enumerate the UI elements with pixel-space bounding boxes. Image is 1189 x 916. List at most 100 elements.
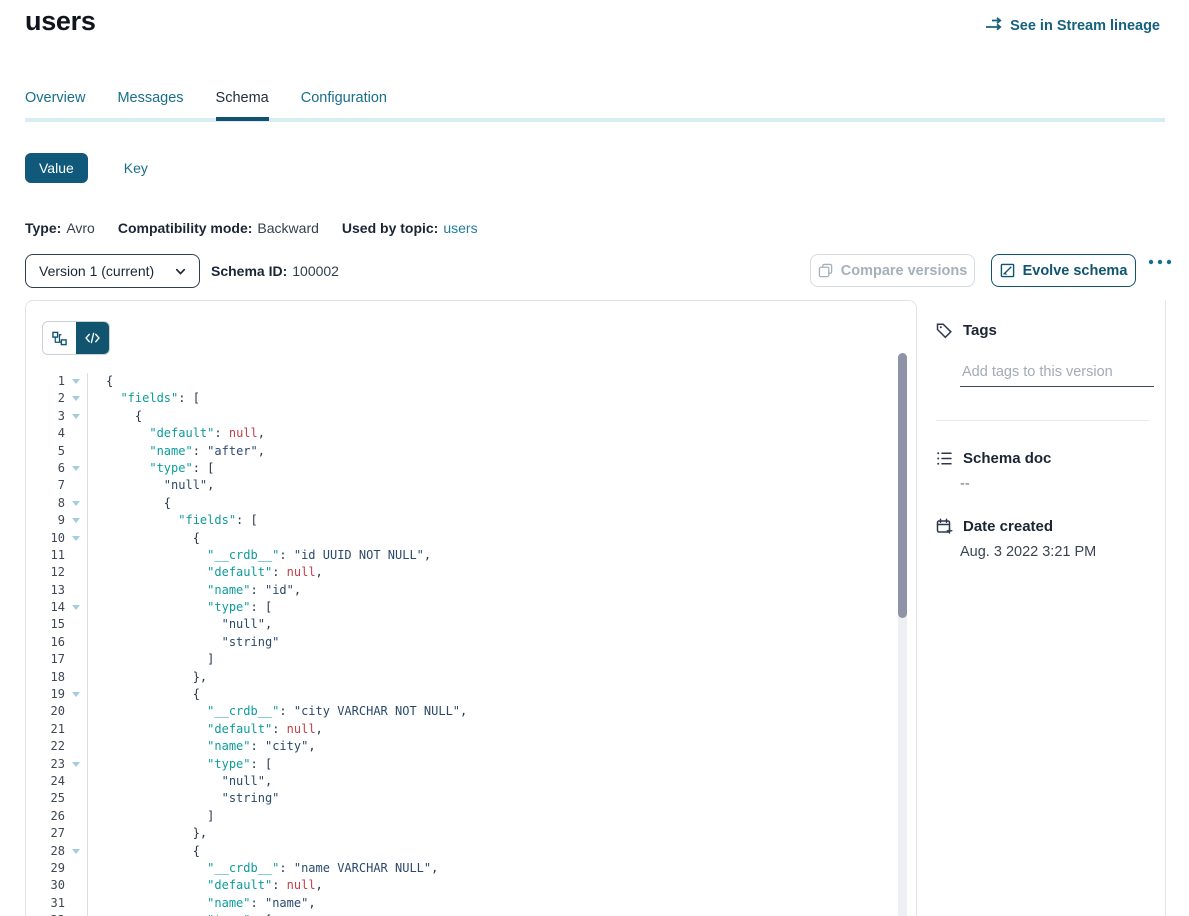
see-in-stream-lineage-link[interactable]: See in Stream lineage — [985, 16, 1160, 36]
code-text: "type": [ — [87, 756, 896, 773]
type-value: Avro — [66, 220, 95, 236]
line-number: 4 — [26, 425, 65, 442]
fold-caret-empty — [65, 616, 87, 633]
code-line: 18 }, — [26, 669, 896, 686]
compatibility-field: Compatibility mode:Backward — [118, 220, 319, 236]
code-text: "name": "id", — [87, 582, 896, 599]
fold-caret-empty — [65, 790, 87, 807]
schema-meta-row: Type:Avro Compatibility mode:Backward Us… — [25, 220, 478, 236]
code-line: 3 { — [26, 408, 896, 425]
tab-schema[interactable]: Schema — [216, 90, 269, 121]
schema-editor-panel: 1{2 "fields": [3 {4 "default": null,5 "n… — [25, 300, 917, 916]
line-number: 27 — [26, 825, 65, 842]
fold-caret-icon[interactable] — [65, 912, 87, 916]
code-line: 22 "name": "city", — [26, 738, 896, 755]
code-lines: 1{2 "fields": [3 {4 "default": null,5 "n… — [26, 373, 896, 916]
fold-caret-icon[interactable] — [65, 495, 87, 512]
more-actions-button[interactable] — [1147, 258, 1173, 266]
code-line: 2 "fields": [ — [26, 390, 896, 407]
schema-id-value: 100002 — [292, 263, 339, 279]
code-text: "null", — [87, 616, 896, 633]
fold-caret-icon[interactable] — [65, 390, 87, 407]
code-text: "string" — [87, 634, 896, 651]
line-number: 23 — [26, 756, 65, 773]
code-line: 14 "type": [ — [26, 599, 896, 616]
code-line: 23 "type": [ — [26, 756, 896, 773]
tree-view-button[interactable] — [43, 322, 76, 354]
tab-messages[interactable]: Messages — [117, 90, 183, 121]
code-line: 16 "string" — [26, 634, 896, 651]
value-key-toggle: Value Key — [25, 153, 162, 183]
page-title: users — [25, 6, 96, 37]
line-number: 7 — [26, 477, 65, 494]
code-line: 21 "default": null, — [26, 721, 896, 738]
line-number: 31 — [26, 895, 65, 912]
code-line: 31 "name": "name", — [26, 895, 896, 912]
fold-caret-icon[interactable] — [65, 408, 87, 425]
code-line: 28 { — [26, 843, 896, 860]
fold-caret-empty — [65, 582, 87, 599]
code-text: { — [87, 373, 896, 390]
tree-view-icon — [52, 331, 67, 346]
code-view-button[interactable] — [76, 322, 109, 354]
code-text: "name": "after", — [87, 443, 896, 460]
version-select[interactable]: Version 1 (current) — [25, 254, 200, 288]
line-number: 15 — [26, 616, 65, 633]
fold-caret-empty — [65, 825, 87, 842]
fold-caret-icon[interactable] — [65, 460, 87, 477]
fold-caret-icon[interactable] — [65, 599, 87, 616]
code-line: 12 "default": null, — [26, 564, 896, 581]
fold-caret-empty — [65, 651, 87, 668]
line-number: 17 — [26, 651, 65, 668]
code-text: { — [87, 408, 896, 425]
fold-caret-empty — [65, 669, 87, 686]
code-text: "type": [ — [87, 912, 896, 916]
fold-caret-empty — [65, 738, 87, 755]
fold-caret-icon[interactable] — [65, 756, 87, 773]
add-tags-input[interactable] — [960, 358, 1154, 387]
code-text: "type": [ — [87, 460, 896, 477]
code-line: 32 "type": [ — [26, 912, 896, 916]
calendar-plus-icon — [936, 518, 953, 535]
schema-sidebar: Tags Schema doc -- — [936, 300, 1166, 916]
fold-caret-empty — [65, 443, 87, 460]
fold-caret-empty — [65, 877, 87, 894]
code-line: 10 { — [26, 530, 896, 547]
fold-caret-empty — [65, 564, 87, 581]
tab-bar: Overview Messages Schema Configuration — [25, 90, 387, 121]
used-by-topic-link[interactable]: users — [443, 220, 477, 236]
fold-caret-icon[interactable] — [65, 512, 87, 529]
code-text: "__crdb__": "id UUID NOT NULL", — [87, 547, 896, 564]
fold-caret-icon[interactable] — [65, 373, 87, 390]
code-line: 24 "null", — [26, 773, 896, 790]
chevron-down-icon — [174, 265, 187, 278]
tab-configuration[interactable]: Configuration — [301, 90, 387, 121]
schema-id-field: Schema ID:100002 — [211, 254, 339, 288]
editor-scrollbar-track[interactable] — [898, 353, 907, 916]
fold-caret-empty — [65, 721, 87, 738]
fold-caret-empty — [65, 547, 87, 564]
line-number: 25 — [26, 790, 65, 807]
value-toggle-button[interactable]: Value — [25, 153, 88, 183]
doc-list-icon — [936, 450, 953, 467]
version-select-value: Version 1 (current) — [39, 263, 154, 279]
line-number: 13 — [26, 582, 65, 599]
fold-caret-empty — [65, 860, 87, 877]
fold-caret-icon[interactable] — [65, 686, 87, 703]
code-text: { — [87, 686, 896, 703]
editor-scrollbar-thumb[interactable] — [898, 353, 907, 618]
line-number: 1 — [26, 373, 65, 390]
fold-caret-icon[interactable] — [65, 843, 87, 860]
code-text: }, — [87, 669, 896, 686]
code-text: "null", — [87, 477, 896, 494]
code-text: "string" — [87, 790, 896, 807]
key-toggle-button[interactable]: Key — [110, 153, 162, 183]
compare-versions-button[interactable]: Compare versions — [810, 254, 975, 287]
tab-overview[interactable]: Overview — [25, 90, 85, 121]
code-line: 9 "fields": [ — [26, 512, 896, 529]
code-text: "fields": [ — [87, 390, 896, 407]
evolve-schema-button[interactable]: Evolve schema — [991, 254, 1136, 287]
line-number: 3 — [26, 408, 65, 425]
fold-caret-icon[interactable] — [65, 530, 87, 547]
code-text: "type": [ — [87, 599, 896, 616]
